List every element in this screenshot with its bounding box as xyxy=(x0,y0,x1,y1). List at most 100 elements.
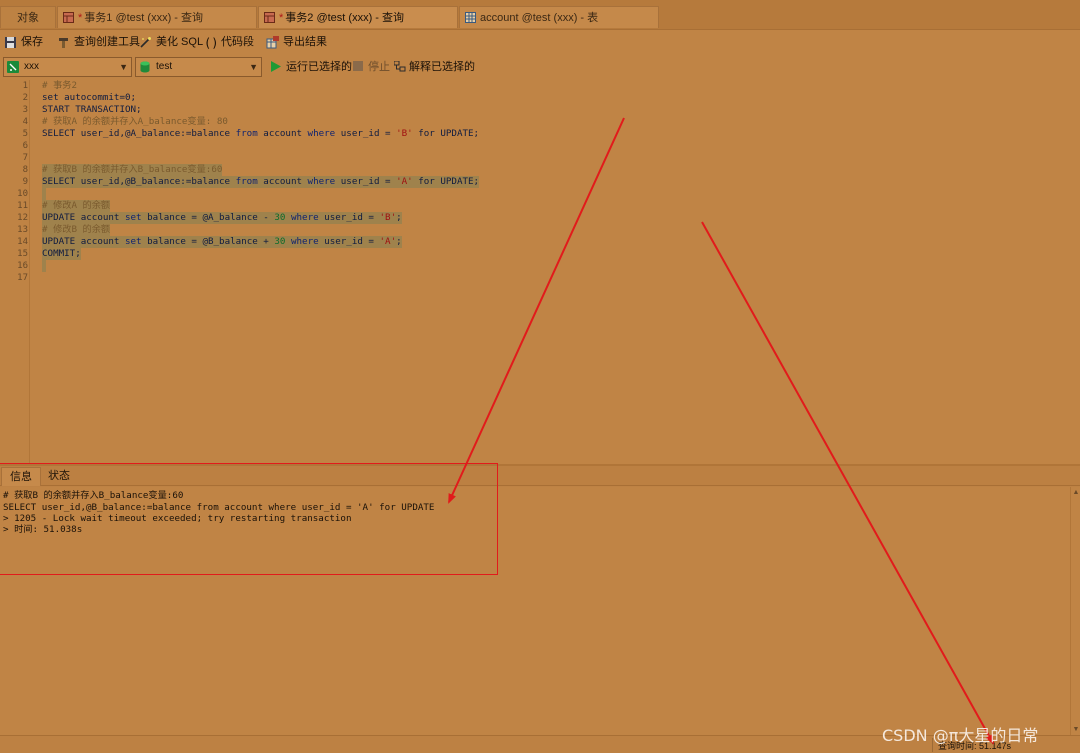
export-results-button[interactable]: 导出结果 xyxy=(266,34,327,51)
database-select[interactable]: test ▼ xyxy=(135,57,262,77)
code-token: account xyxy=(257,176,308,187)
code-token: ; xyxy=(396,212,402,223)
code-token: from xyxy=(235,176,258,187)
code-line-9: SELECT user_id,@B_balance:=balance from … xyxy=(42,176,480,188)
tab-transaction1-query[interactable]: * 事务1 @test (xxx) - 查询 xyxy=(57,6,257,28)
tab-label: 事务1 @test (xxx) - 查询 xyxy=(84,12,204,24)
code-line-13: # 修改B 的余额 xyxy=(42,224,111,236)
modified-marker: * xyxy=(78,12,83,24)
connection-value: xxx xyxy=(24,61,39,72)
magic-wand-icon xyxy=(140,37,151,48)
run-selected-label: 运行已选择的 xyxy=(286,61,352,73)
line-number-gutter: 1 2 3 4 5 6 7 8 9 10 11 12 13 14 15 16 1… xyxy=(0,80,30,464)
code-line-12: UPDATE account set balance = @A_balance … xyxy=(42,212,402,224)
database-value: test xyxy=(156,61,173,72)
code-line-2: set autocommit=0; xyxy=(42,92,137,103)
export-icon xyxy=(266,36,279,49)
code-token: UPDATE account xyxy=(42,212,125,223)
parentheses-icon: () xyxy=(204,36,217,49)
code-token: 30 xyxy=(274,236,286,247)
code-token: 'A' xyxy=(396,176,413,187)
explain-selected-label: 解释已选择的 xyxy=(409,61,475,73)
line-number: 11 xyxy=(17,201,28,211)
beautify-sql-button[interactable]: 美化 SQL xyxy=(139,34,203,51)
database-icon xyxy=(140,61,150,73)
stop-button[interactable]: 停止 xyxy=(353,59,390,75)
line-number: 2 xyxy=(22,93,28,103)
line-number: 1 xyxy=(22,81,28,91)
code-token: SELECT user_id,@A_balance:=balance xyxy=(42,128,236,139)
code-token: account xyxy=(257,128,308,139)
run-selected-button[interactable]: 运行已选择的 xyxy=(271,59,352,75)
code-line-5: SELECT user_id,@A_balance:=balance from … xyxy=(42,128,479,140)
code-line-3: START TRANSACTION; xyxy=(42,104,142,115)
line-number: 13 xyxy=(17,225,28,235)
selected-empty-line xyxy=(42,188,46,200)
line-number: 5 xyxy=(22,129,28,139)
annotation-highlight-box xyxy=(0,463,498,575)
watermark: CSDN @π大星的日常 xyxy=(882,726,1039,745)
tab-label: account @test (xxx) - 表 xyxy=(480,12,599,24)
line-number: 12 xyxy=(17,213,28,223)
selected-empty-line xyxy=(42,260,46,272)
stop-label: 停止 xyxy=(368,61,390,73)
line-number: 8 xyxy=(22,165,28,175)
save-button[interactable]: 保存 xyxy=(4,34,43,51)
code-token: set xyxy=(124,212,142,223)
line-number: 9 xyxy=(22,177,28,187)
code-token: UPDATE account xyxy=(42,236,125,247)
svg-text:(): () xyxy=(204,36,217,49)
table-icon xyxy=(465,12,476,23)
query-icon xyxy=(264,12,275,23)
code-token: 'B' xyxy=(396,128,413,139)
code-line-4: # 获取A 的余额并存入A_balance变量: 80 xyxy=(42,116,228,127)
code-token: from xyxy=(235,128,258,139)
modified-marker: * xyxy=(279,12,284,24)
code-token: where xyxy=(285,212,319,223)
line-number: 10 xyxy=(17,189,28,199)
line-number: 17 xyxy=(17,273,28,283)
tab-bar: 对象 * 事务1 @test (xxx) - 查询 * 事务2 @test (xxx… xyxy=(0,0,1080,30)
tab-account-table[interactable]: account @test (xxx) - 表 xyxy=(459,6,659,28)
connection-icon xyxy=(7,61,19,73)
code-line-1: # 事务2 xyxy=(42,80,77,91)
toolbar: 保存 查询创建工具 美化 SQL () 代码段 导出结果 xyxy=(0,30,1080,54)
code-token: balance = @A_balance - xyxy=(141,212,275,223)
tab-label: 事务2 @test (xxx) - 查询 xyxy=(285,12,405,24)
code-line-14: UPDATE account set balance = @B_balance … xyxy=(42,236,402,248)
explain-icon xyxy=(394,61,406,72)
scroll-down-icon[interactable]: ▼ xyxy=(1072,726,1080,733)
explain-selected-button[interactable]: 解释已选择的 xyxy=(394,59,475,75)
code-line-8: # 获取B 的余额并存入B_balance变量:60 xyxy=(42,164,223,176)
code-token: 30 xyxy=(274,212,286,223)
beautify-sql-label: 美化 SQL xyxy=(156,36,204,48)
message-scrollbar[interactable]: ▲ ▼ xyxy=(1070,487,1080,735)
code-line-11: # 修改A 的余额 xyxy=(42,200,111,212)
code-line-15: COMMIT; xyxy=(42,248,81,260)
code-token: where xyxy=(307,176,336,187)
code-token: user_id = xyxy=(318,212,380,223)
code-snippet-label: 代码段 xyxy=(221,36,254,48)
query-builder-button[interactable]: 查询创建工具 xyxy=(57,34,140,51)
code-token: user_id = xyxy=(335,128,397,139)
code-snippet-button[interactable]: () 代码段 xyxy=(204,34,254,51)
hammer-icon xyxy=(59,38,68,48)
scroll-up-icon[interactable]: ▲ xyxy=(1072,489,1080,496)
chevron-down-icon: ▼ xyxy=(249,62,258,72)
tab-transaction2-query[interactable]: * 事务2 @test (xxx) - 查询 xyxy=(258,6,458,28)
code-token: SELECT user_id,@B_balance:=balance xyxy=(42,176,236,187)
connection-select[interactable]: xxx ▼ xyxy=(3,57,132,77)
code-token: user_id = xyxy=(335,176,397,187)
code-token: ; xyxy=(396,236,402,247)
code-token: for UPDATE; xyxy=(412,128,480,139)
sql-editor[interactable]: 1 2 3 4 5 6 7 8 9 10 11 12 13 14 15 16 1… xyxy=(0,80,1080,464)
save-label: 保存 xyxy=(21,36,43,48)
play-icon xyxy=(271,61,281,72)
line-number: 4 xyxy=(22,117,28,127)
line-number: 15 xyxy=(17,249,28,259)
export-results-label: 导出结果 xyxy=(283,36,327,48)
line-number: 16 xyxy=(17,261,28,271)
connection-bar: xxx ▼ test ▼ 运行已选择的 停止 解释已选择的 xyxy=(0,54,1080,80)
code-token: balance = @B_balance + xyxy=(141,236,275,247)
tab-objects[interactable]: 对象 xyxy=(0,6,56,28)
